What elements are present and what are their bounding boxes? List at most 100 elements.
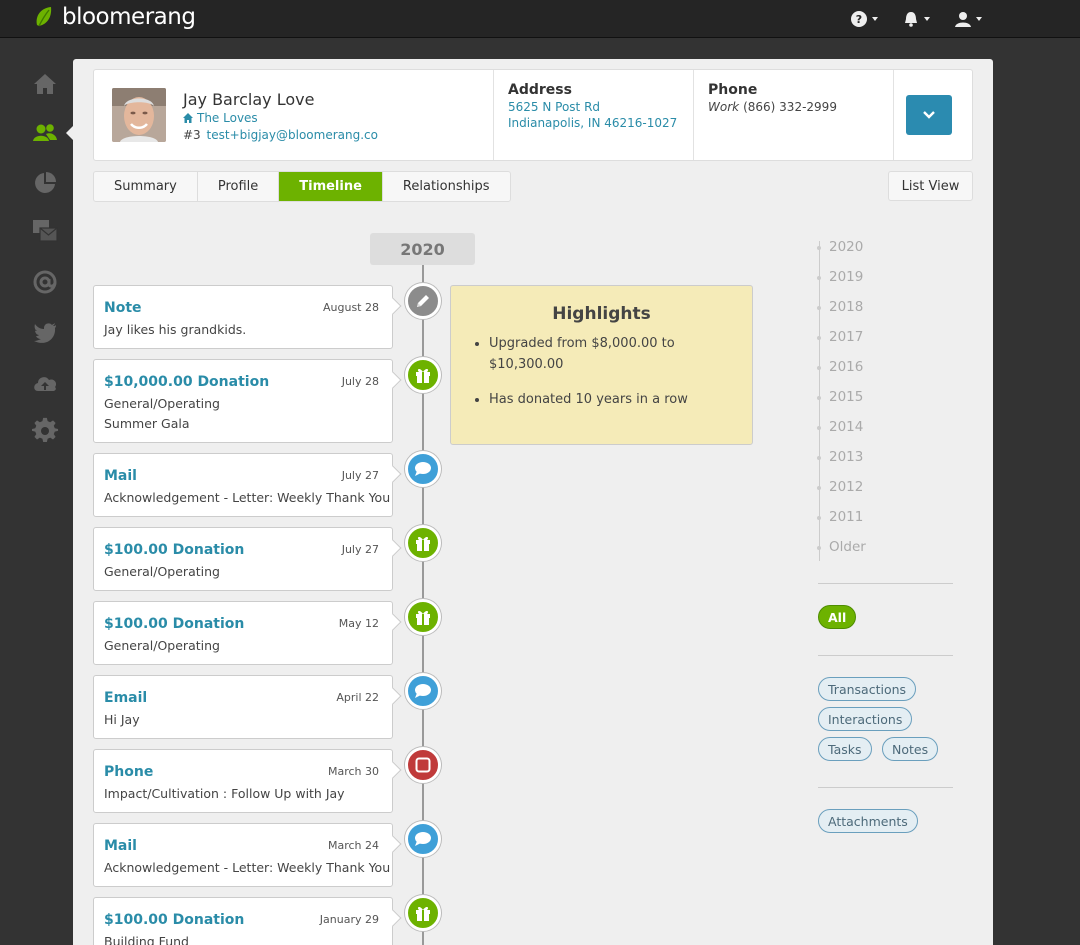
highlight-item: Upgraded from $8,000.00 to $10,300.00 <box>489 333 729 375</box>
divider <box>893 70 894 160</box>
entry-title: $10,000.00 Donation <box>104 374 270 390</box>
entry-title: $100.00 Donation <box>104 616 245 632</box>
gear-icon <box>32 417 59 443</box>
year-link[interactable]: 2014 <box>816 419 863 435</box>
users-icon <box>33 124 57 141</box>
user-menu[interactable] <box>954 10 988 28</box>
year-link[interactable]: 2019 <box>816 269 863 285</box>
timeline-dot <box>405 747 441 783</box>
year-link[interactable]: 2012 <box>816 479 863 495</box>
twitter-icon <box>34 323 56 343</box>
timeline-entry[interactable]: Note August 28 Jay likes his grandkids. <box>93 285 393 349</box>
entry-date: July 27 <box>341 543 379 556</box>
entry-title: Mail <box>104 468 137 484</box>
notifications-menu[interactable] <box>902 10 936 28</box>
help-icon: ? <box>851 11 867 27</box>
filter-attachments[interactable]: Attachments <box>818 809 918 833</box>
highlights-panel: Highlights Upgraded from $8,000.00 to $1… <box>450 285 753 445</box>
year-link[interactable]: 2017 <box>816 329 863 345</box>
filter-tasks[interactable]: Tasks <box>818 737 872 761</box>
entry-title: $100.00 Donation <box>104 912 245 928</box>
timeline-entry[interactable]: $100.00 Donation May 12 General/Operatin… <box>93 601 393 665</box>
filter-interactions[interactable]: Interactions <box>818 707 913 731</box>
donor-id: #3 <box>183 128 201 142</box>
highlights-list: Upgraded from $8,000.00 to $10,300.00 Ha… <box>489 333 729 424</box>
nav-mail[interactable] <box>30 216 60 246</box>
divider <box>493 70 494 160</box>
leaf-logo-icon <box>36 7 52 27</box>
nav-settings[interactable] <box>30 416 60 446</box>
timeline-entry[interactable]: Mail March 24 Acknowledgement - Letter: … <box>93 823 393 887</box>
pie-chart-icon <box>35 172 56 193</box>
help-menu[interactable]: ? <box>850 10 884 28</box>
timeline-entry[interactable]: Mail July 27 Acknowledgement - Letter: W… <box>93 453 393 517</box>
divider <box>818 655 953 656</box>
donor-id-line: #3 test+bigjay@bloomerang.co <box>183 128 378 142</box>
nav-email[interactable] <box>30 267 60 297</box>
timeline-entry[interactable]: $100.00 Donation January 29 Building Fun… <box>93 897 393 945</box>
pencil-icon <box>417 295 429 307</box>
nav-social[interactable] <box>30 317 60 347</box>
year-link[interactable]: 2011 <box>816 509 863 525</box>
highlight-item: Has donated 10 years in a row <box>489 389 729 410</box>
tab-summary[interactable]: Summary <box>94 172 198 201</box>
entry-detail: Summer Gala <box>104 416 190 431</box>
timeline-entry[interactable]: $10,000.00 Donation July 28 General/Oper… <box>93 359 393 443</box>
at-sign-icon <box>33 270 57 294</box>
year-link[interactable]: Older <box>817 539 866 555</box>
phone-type: Work <box>708 100 740 114</box>
phone-number: (866) 332-2999 <box>743 100 837 114</box>
entry-detail: Acknowledgement - Letter: Weekly Thank Y… <box>104 860 391 875</box>
year-link[interactable]: 2018 <box>816 299 863 315</box>
timeline-entry[interactable]: Phone March 30 Impact/Cultivation : Foll… <box>93 749 393 813</box>
divider <box>818 583 953 584</box>
actions-dropdown-button[interactable] <box>906 95 952 135</box>
tab-timeline[interactable]: Timeline <box>279 172 383 201</box>
timeline-dot <box>405 451 441 487</box>
filter-transactions[interactable]: Transactions <box>818 677 917 701</box>
tab-relationships[interactable]: Relationships <box>383 172 510 201</box>
year-link[interactable]: 2015 <box>816 389 863 405</box>
entry-title: Email <box>104 690 148 706</box>
nav-home[interactable] <box>30 69 60 99</box>
nav-constituents[interactable] <box>30 118 60 148</box>
filter-all[interactable]: All <box>818 605 857 629</box>
filter-notes[interactable]: Notes <box>882 737 939 761</box>
timeline-dot <box>405 599 441 635</box>
donor-email-link[interactable]: test+bigjay@bloomerang.co <box>207 128 378 142</box>
address-line1: 5625 N Post Rd <box>508 100 601 114</box>
timeline-entry[interactable]: $100.00 Donation July 27 General/Operati… <box>93 527 393 591</box>
address-link[interactable]: 5625 N Post Rd Indianapolis, IN 46216-10… <box>508 99 677 131</box>
entry-date: August 28 <box>323 301 379 314</box>
household-name: The Loves <box>197 111 258 125</box>
profile-tabs: Summary Profile Timeline Relationships <box>93 171 511 202</box>
list-view-button[interactable]: List View <box>888 171 973 201</box>
address-line2: Indianapolis, IN 46216-1027 <box>508 116 678 130</box>
mail-stack-icon <box>33 220 58 242</box>
logo[interactable]: bloomerang <box>34 4 196 30</box>
entry-date: March 24 <box>327 839 379 852</box>
timeline-dot <box>405 895 441 931</box>
entry-date: January 29 <box>319 913 379 926</box>
phone-icon <box>415 757 431 773</box>
household-link[interactable]: The Loves <box>183 111 258 125</box>
nav-reports[interactable] <box>30 168 60 198</box>
divider <box>818 787 953 788</box>
year-link[interactable]: 2020 <box>816 239 863 255</box>
highlights-title: Highlights <box>552 304 651 324</box>
donor-name: Jay Barclay Love <box>183 90 315 109</box>
entry-date: July 28 <box>341 375 379 388</box>
nav-import[interactable] <box>30 368 60 398</box>
year-link[interactable]: 2016 <box>816 359 863 375</box>
chevron-down-icon <box>872 17 878 21</box>
brand-name: bloomerang <box>62 4 196 30</box>
year-link[interactable]: 2013 <box>816 449 863 465</box>
tab-profile[interactable]: Profile <box>198 172 280 201</box>
timeline-dot <box>405 357 441 393</box>
gift-icon <box>416 610 430 625</box>
timeline-entry[interactable]: Email April 22 Hi Jay <box>93 675 393 739</box>
bell-icon <box>905 12 917 27</box>
donor-header-card: Jay Barclay Love The Loves #3 test+bigja… <box>93 69 973 161</box>
divider <box>693 70 694 160</box>
entry-detail: Hi Jay <box>104 712 140 727</box>
